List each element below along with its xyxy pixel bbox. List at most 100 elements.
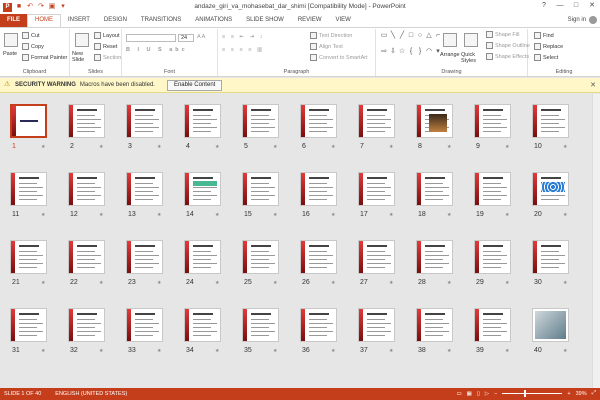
redo-icon[interactable]: ↷ (37, 3, 45, 11)
transition-star-icon[interactable]: ★ (563, 348, 567, 354)
slide-thumbnail[interactable] (242, 308, 279, 342)
transition-star-icon[interactable]: ★ (157, 212, 161, 218)
slide-thumbnail[interactable] (532, 104, 569, 138)
transition-star-icon[interactable]: ★ (389, 280, 393, 286)
layout-button[interactable]: Layout (94, 32, 120, 39)
sign-in-link[interactable]: Sign in (568, 17, 586, 23)
reset-button[interactable]: Reset (94, 43, 117, 50)
language-indicator[interactable]: ENGLISH (UNITED STATES) (55, 391, 127, 397)
font-style-buttons[interactable]: B I U S abc (126, 47, 188, 53)
slide-thumbnail[interactable] (300, 172, 337, 206)
slide-thumbnail[interactable] (474, 104, 511, 138)
arrange-icon[interactable] (443, 33, 457, 47)
transition-star-icon[interactable]: ★ (99, 212, 103, 218)
slide-thumbnail[interactable] (10, 240, 47, 274)
transition-star-icon[interactable]: ★ (331, 212, 335, 218)
arrow-shape-icon[interactable]: ⇨ (380, 48, 388, 56)
line-shape-icon[interactable]: ⌐ (434, 32, 442, 40)
transition-star-icon[interactable]: ★ (41, 348, 45, 354)
shape-fill-button[interactable]: Shape Fill (486, 31, 519, 38)
slide-thumbnail[interactable] (242, 104, 279, 138)
oval-shape-icon[interactable]: ○ (416, 32, 424, 40)
tab-slide-show[interactable]: SLIDE SHOW (239, 14, 291, 27)
user-avatar[interactable] (589, 16, 597, 24)
slide-thumbnail[interactable] (416, 240, 453, 274)
transition-star-icon[interactable]: ★ (157, 280, 161, 286)
find-button[interactable]: Find (534, 32, 554, 39)
line-shape-icon[interactable]: ╲ (389, 32, 397, 40)
reading-view-icon[interactable]: ▯ (477, 391, 480, 397)
slide-thumbnail[interactable] (358, 240, 395, 274)
transition-star-icon[interactable]: ★ (41, 280, 45, 286)
star-shape-icon[interactable]: ☆ (398, 48, 406, 56)
transition-star-icon[interactable]: ★ (331, 144, 335, 150)
rectangle-shape-icon[interactable]: ▭ (380, 32, 388, 40)
zoom-slider-thumb[interactable] (524, 390, 527, 397)
list-buttons[interactable]: ≡ ≡ ⇤ ⇥ ↕ (222, 34, 265, 40)
text-direction-button[interactable]: Text Direction (310, 32, 352, 39)
slide-thumbnail[interactable] (184, 240, 221, 274)
paste-icon[interactable] (4, 33, 18, 47)
slide-thumbnail[interactable] (68, 172, 105, 206)
transition-star-icon[interactable]: ★ (389, 144, 393, 150)
transition-star-icon[interactable]: ★ (215, 348, 219, 354)
slide-thumbnail[interactable] (242, 172, 279, 206)
transition-star-icon[interactable]: ★ (447, 348, 451, 354)
shape-effects-button[interactable]: Shape Effects (486, 53, 529, 60)
transition-star-icon[interactable]: ★ (41, 144, 45, 150)
convert-smartart-button[interactable]: Convert to SmartArt (310, 54, 368, 61)
replace-button[interactable]: Replace (534, 43, 563, 50)
fit-to-window-icon[interactable]: ⤢ (592, 390, 596, 397)
alignment-buttons[interactable]: ≡ ≡ ≡ ≡ ▥ (222, 47, 264, 53)
start-from-beginning-icon[interactable]: ▣ (48, 3, 56, 11)
maximize-button[interactable]: □ (568, 0, 584, 12)
tab-design[interactable]: DESIGN (97, 14, 134, 27)
slide-thumbnail[interactable] (416, 308, 453, 342)
slide-thumbnail[interactable] (416, 172, 453, 206)
slide-thumbnail[interactable] (68, 308, 105, 342)
transition-star-icon[interactable]: ★ (563, 144, 567, 150)
copy-button[interactable]: Copy (22, 43, 44, 50)
vertical-scrollbar[interactable] (592, 94, 600, 388)
transition-star-icon[interactable]: ★ (273, 348, 277, 354)
slide-thumbnail[interactable] (474, 308, 511, 342)
slide-thumbnail[interactable] (184, 172, 221, 206)
enable-content-button[interactable]: Enable Content (166, 79, 223, 91)
slide-sorter-view-icon[interactable]: ▦ (467, 391, 472, 397)
close-button[interactable]: ✕ (584, 0, 600, 12)
font-name-box[interactable] (126, 34, 176, 42)
cut-button[interactable]: Cut (22, 32, 40, 39)
transition-star-icon[interactable]: ★ (505, 348, 509, 354)
callout-shape-icon[interactable]: ◠ (425, 48, 433, 56)
transition-star-icon[interactable]: ★ (273, 144, 277, 150)
grow-shrink-font-buttons[interactable]: A A (197, 34, 205, 40)
slide-thumbnail[interactable] (358, 104, 395, 138)
zoom-out-icon[interactable]: − (494, 391, 497, 397)
tab-view[interactable]: VIEW (329, 14, 358, 27)
transition-star-icon[interactable]: ★ (99, 144, 103, 150)
tab-file[interactable]: FILE (0, 14, 27, 27)
transition-star-icon[interactable]: ★ (389, 348, 393, 354)
tab-review[interactable]: REVIEW (291, 14, 329, 27)
zoom-in-icon[interactable]: + (567, 391, 570, 397)
format-painter-button[interactable]: Format Painter (22, 54, 67, 61)
transition-star-icon[interactable]: ★ (99, 280, 103, 286)
transition-star-icon[interactable]: ★ (563, 280, 567, 286)
normal-view-icon[interactable]: ▭ (456, 391, 461, 397)
brace-shape-icon[interactable]: } (416, 48, 424, 56)
transition-star-icon[interactable]: ★ (99, 348, 103, 354)
line-shape-icon[interactable]: ╱ (398, 32, 406, 40)
transition-star-icon[interactable]: ★ (389, 212, 393, 218)
transition-star-icon[interactable]: ★ (563, 212, 567, 218)
transition-star-icon[interactable]: ★ (505, 212, 509, 218)
new-slide-icon[interactable] (75, 33, 89, 47)
transition-star-icon[interactable]: ★ (447, 280, 451, 286)
tab-transitions[interactable]: TRANSITIONS (134, 14, 188, 27)
transition-star-icon[interactable]: ★ (331, 348, 335, 354)
help-icon[interactable]: ? (536, 0, 552, 12)
arrange-button[interactable]: Arrange (440, 52, 460, 58)
slide-thumbnail[interactable] (358, 308, 395, 342)
slide-thumbnail[interactable] (416, 104, 453, 138)
transition-star-icon[interactable]: ★ (331, 280, 335, 286)
transition-star-icon[interactable]: ★ (447, 212, 451, 218)
